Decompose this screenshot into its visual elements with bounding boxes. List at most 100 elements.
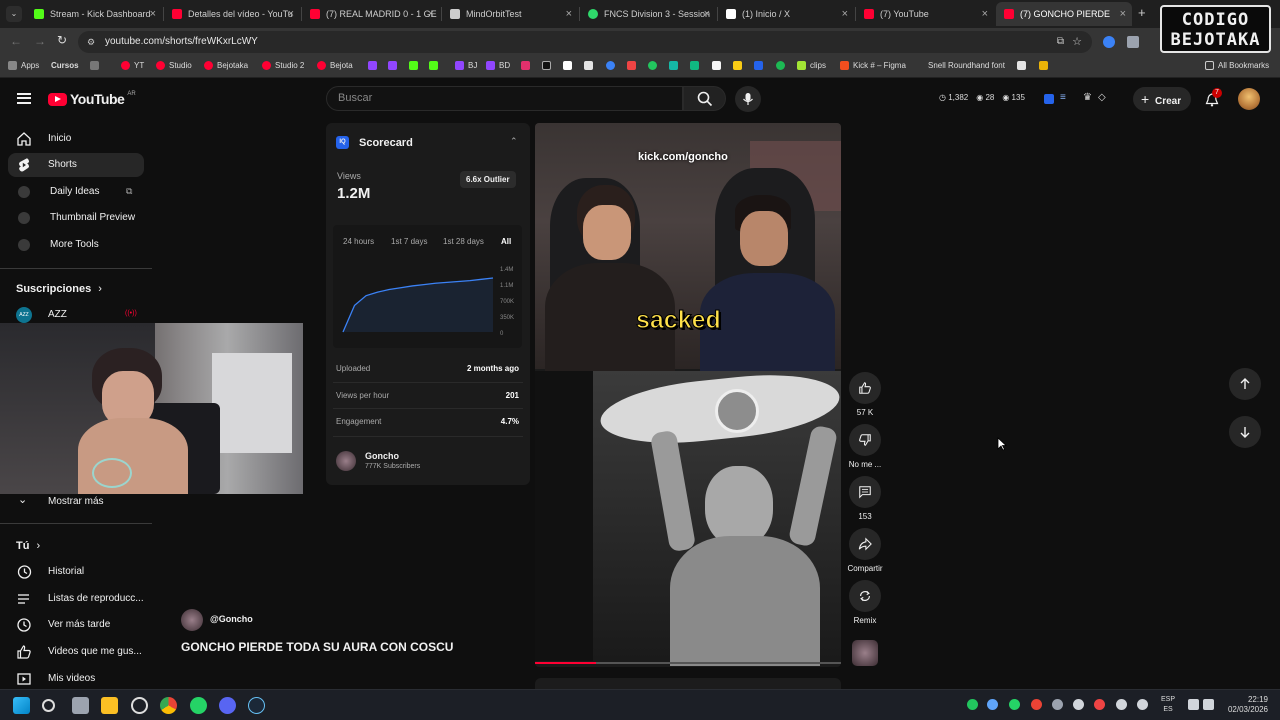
file-explorer-icon[interactable] [101,697,118,714]
search-icon[interactable] [42,699,55,712]
close-icon[interactable]: × [982,8,988,20]
install-icon[interactable]: ⧉ [1057,31,1064,53]
tray-icon[interactable] [967,699,978,710]
back-icon[interactable]: ← [10,34,22,48]
close-icon[interactable]: × [842,8,848,20]
tab-search-button[interactable]: ⌄ [6,6,22,22]
dislike-button[interactable] [849,424,881,456]
all-bookmarks[interactable]: All Bookmarks [1205,61,1269,70]
search-button[interactable] [683,86,726,111]
tab-youtube[interactable]: (7) YouTube × [856,2,994,26]
vidiq-extension-icon[interactable] [1044,94,1054,104]
you-heading[interactable]: Tú › [16,540,40,552]
close-icon[interactable]: × [150,8,156,20]
shorts-video-player[interactable]: kick.com/goncho sacked [535,123,841,667]
whatsapp-tray-icon[interactable] [1009,699,1020,710]
bookmark-studio-2[interactable]: Studio 2 [262,61,304,70]
sidebar-item-shorts[interactable]: Shorts [8,153,144,177]
previous-short-button[interactable] [1229,368,1261,400]
bookmark-cursos[interactable]: Cursos [51,61,79,70]
extension-icon[interactable] [1127,36,1139,48]
comments-action[interactable]: 153 [845,476,885,521]
next-short-button[interactable] [1229,416,1261,448]
headset-icon[interactable] [1073,699,1084,710]
sidebar-item-listas[interactable]: Listas de reproducc... [8,587,144,611]
bookmark-apps[interactable]: Apps [8,61,39,70]
channel-row[interactable]: Goncho 777K Subscribers [336,449,516,473]
bookmark-twitch[interactable] [368,61,377,70]
range-tab-28d[interactable]: 1st 28 days [443,237,484,246]
youtube-logo[interactable]: YouTube AR [48,91,136,107]
range-tab-7d[interactable]: 1st 7 days [391,237,427,246]
site-info-icon[interactable]: ⚙ [87,31,95,53]
collapse-icon[interactable]: ⌃ [510,136,518,147]
like-button[interactable] [849,372,881,404]
bookmark-extra-2[interactable] [1039,61,1048,70]
close-icon[interactable]: × [1120,8,1126,20]
sidebar-item-more-tools[interactable]: More Tools [8,233,144,257]
bookmark-kick-figma[interactable]: Kick # – Figma [840,61,906,70]
bookmark-photo[interactable] [690,61,699,70]
sidebar-item-inicio[interactable]: Inicio [8,127,144,151]
bookmark-facebook[interactable] [584,61,593,70]
bookmark-spotify[interactable] [776,61,785,70]
show-more-button[interactable]: ⌄ Mostrar más [8,490,144,514]
bookmark-drive[interactable] [733,61,742,70]
list-icon[interactable]: ≡ [1060,92,1066,103]
bookmark-tiktok[interactable] [542,61,551,70]
close-icon[interactable]: × [566,8,572,20]
sound-avatar[interactable] [852,640,878,666]
sidebar-item-liked-videos[interactable]: Videos que me gus... [8,640,144,664]
forward-icon[interactable]: → [34,34,46,48]
close-icon[interactable]: × [288,8,294,20]
voice-search-button[interactable] [735,86,761,112]
remix-action[interactable]: Remix [845,580,885,625]
share-button[interactable] [849,528,881,560]
extension-icon[interactable] [1103,36,1115,48]
bookmark-vpn[interactable] [754,61,763,70]
tab-kick-dashboard[interactable]: Stream - Kick Dashboard × [26,2,162,26]
reload-icon[interactable]: ↻ [57,33,67,47]
remix-button[interactable] [849,580,881,612]
bookmark-kick[interactable] [409,61,418,70]
tab-goncho-active[interactable]: (7) GONCHO PIERDE × [996,2,1132,26]
language-indicator[interactable]: ESP ES [1161,695,1175,715]
menu-icon[interactable] [17,93,31,104]
sidebar-item-daily-ideas[interactable]: Daily Ideas ⧉ [8,180,144,204]
share-action[interactable]: Compartir [845,528,885,573]
tray-icon[interactable] [1094,699,1105,710]
tab-real-madrid[interactable]: (7) REAL MADRID 0 - 1 GE × [302,2,440,26]
windows-start-icon[interactable] [13,697,30,714]
network-icon[interactable] [1188,699,1199,710]
tray-icon[interactable] [987,699,998,710]
dislike-action[interactable]: No me ... [845,424,885,469]
bookmark-snell[interactable]: Snell Roundhand font [928,61,1005,70]
notifications-button[interactable]: 7 [1203,88,1222,108]
bookmark-tool[interactable] [669,61,678,70]
bookmark-studio[interactable]: Studio [156,61,192,70]
comments-button[interactable] [849,476,881,508]
range-tab-24h[interactable]: 24 hours [343,237,374,246]
bookmark-bj[interactable]: BJ [455,61,477,70]
tab-x[interactable]: (1) Inicio / X × [718,2,854,26]
discord-icon[interactable] [219,697,236,714]
sidebar-item-thumbnail-preview[interactable]: Thumbnail Preview [8,206,144,230]
bookmark-bejotaka[interactable]: Bejotaka [204,61,248,70]
bookmark-grid[interactable] [90,61,99,70]
new-tab-button[interactable]: + [1138,5,1146,20]
video-progress-bar[interactable] [535,662,841,664]
tag-icon[interactable]: ◇ [1098,92,1106,103]
sidebar-item-ver-mas-tarde[interactable]: Ver más tarde [8,613,144,637]
steam-icon[interactable] [248,697,265,714]
sidebar-item-mis-videos[interactable]: Mis videos [8,667,144,691]
chrome-icon[interactable] [160,697,177,714]
tray-icon[interactable] [1052,699,1063,710]
task-view-icon[interactable] [72,697,89,714]
create-button[interactable]: + Crear [1133,87,1191,111]
bookmark-twitch-2[interactable] [388,61,397,70]
bookmark-bd[interactable]: BD [486,61,510,70]
tab-mindorbit[interactable]: MindOrbitTest × [442,2,578,26]
bookmark-bejota[interactable]: Bejota [317,61,353,70]
microphone-icon[interactable] [1137,699,1148,710]
bookmark-link[interactable] [606,61,615,70]
